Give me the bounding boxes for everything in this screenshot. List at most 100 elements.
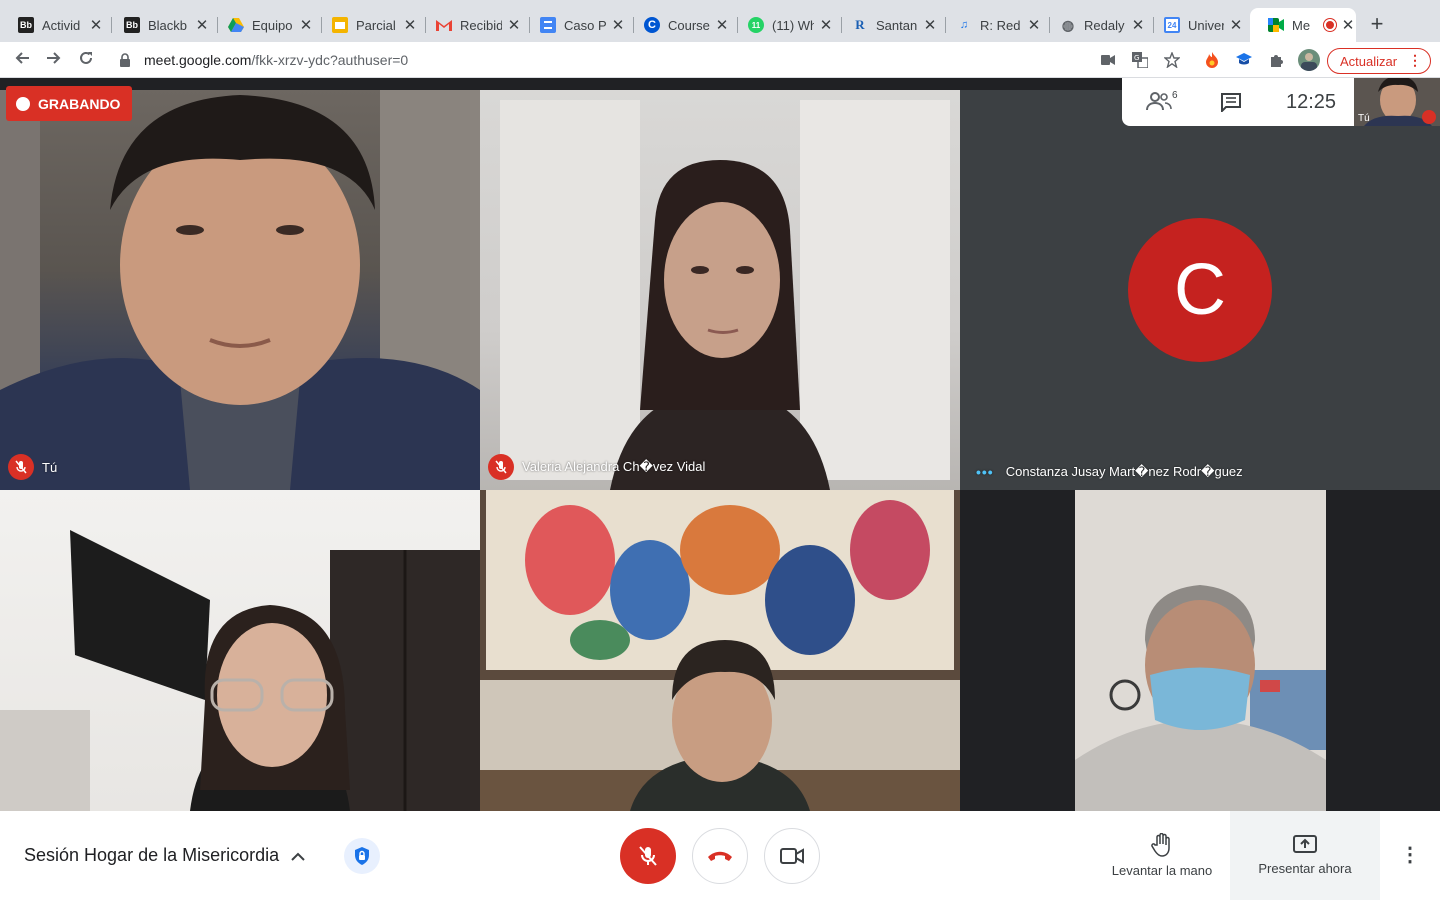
tab-whatsapp[interactable]: 11 (11) Wh ✕ [730,8,842,42]
hand-icon [1151,833,1170,857]
close-icon[interactable]: ✕ [818,16,834,34]
back-arrow-icon [15,52,29,64]
participant-tile-constanza[interactable]: C ••• Constanza Jusay Mart�nez Rodr�guez [960,90,1440,490]
participant-video [0,90,480,490]
address-bar[interactable]: meet.google.com/fkk-xrzv-ydc?authuser=0 [108,46,1198,74]
blackboard-icon: Bb [18,17,34,33]
participant-tile-valeria[interactable]: Valeria Alejandra Ch�vez Vidal [480,90,960,490]
gmail-icon [436,17,452,33]
participant-tile-4[interactable] [0,490,480,811]
raise-hand-button[interactable]: Levantar la mano [1094,811,1230,900]
participants-icon[interactable] [1146,90,1172,117]
browser-toolbar: meet.google.com/fkk-xrzv-ydc?authuser=0 … [0,42,1440,78]
tab-parcial[interactable]: Parcial ✕ [314,8,426,42]
close-icon[interactable]: ✕ [88,16,104,34]
close-icon[interactable]: ✕ [506,16,522,34]
tab-universidad[interactable]: 24 Univer ✕ [1146,8,1252,42]
close-icon[interactable]: ✕ [1130,16,1146,34]
redaly-icon: ♫ [959,19,969,31]
tab-santander[interactable]: R Santan ✕ [834,8,946,42]
forward-button[interactable] [42,48,66,72]
translate-icon[interactable]: G [1130,50,1150,70]
participant-tile-6[interactable] [1075,490,1326,811]
camera-icon [780,848,804,864]
present-screen-icon [1293,835,1317,853]
tab-meet[interactable]: Me ✕ [1250,8,1356,42]
mic-off-icon [8,454,34,480]
close-icon[interactable]: ✕ [714,16,730,34]
tab-recibidos[interactable]: Recibid ✕ [418,8,530,42]
participant-video [500,100,950,490]
meeting-info-panel: 6 12:25 [1122,78,1354,126]
host-controls-shield-icon[interactable] [344,838,380,874]
close-icon[interactable]: ✕ [1228,16,1244,34]
tab-caso[interactable]: Caso P ✕ [522,8,634,42]
mic-off-icon [488,454,514,480]
speaking-indicator-icon: ••• [976,464,994,480]
avatar: C [1128,218,1272,362]
more-options-icon[interactable]: ⋮ [1396,841,1424,869]
close-icon[interactable]: ✕ [1340,16,1356,34]
svg-text:G: G [1134,54,1139,62]
mute-toggle-button[interactable] [620,828,676,884]
participant-name-bar: Valeria Alejandra Ch�vez Vidal [488,454,705,480]
hang-up-icon [708,851,732,861]
menu-dots-icon: ⋮ [1408,52,1422,68]
chat-icon[interactable] [1220,92,1242,117]
participant-video [1075,490,1326,811]
present-now-button[interactable]: Presentar ahora [1230,811,1380,900]
coursera-icon: C [644,17,660,33]
lock-icon [120,53,130,67]
whatsapp-icon: 11 [748,17,764,33]
globe-icon: ◍ [1061,16,1075,33]
bookmark-star-icon[interactable] [1162,50,1182,70]
participant-video [480,490,960,811]
reload-icon [80,51,92,64]
tab-actividades[interactable]: Bb Activid ✕ [0,8,112,42]
meeting-title[interactable]: Sesión Hogar de la Misericordia [24,845,279,866]
recording-indicator-icon [1324,19,1337,31]
extension-cap-icon[interactable] [1234,50,1254,70]
meeting-controls-bar: Sesión Hogar de la Misericordia Levantar… [0,811,1440,900]
new-tab-button[interactable]: + [1364,12,1390,38]
close-icon[interactable]: ✕ [194,16,210,34]
calendar-icon: 24 [1164,17,1180,33]
close-icon[interactable]: ✕ [402,16,418,34]
chevron-up-icon[interactable] [290,849,306,867]
reload-button[interactable] [74,48,98,72]
r-icon: R [855,17,865,32]
tab-blackboard[interactable]: Bb Blackb ✕ [106,8,218,42]
close-icon[interactable]: ✕ [1026,16,1042,34]
google-meet-icon [1268,17,1284,33]
update-button[interactable]: Actualizar ⋮ [1327,48,1431,74]
google-drive-icon [228,17,244,33]
forward-arrow-icon [47,52,61,64]
participant-tile-self[interactable]: Tú [0,90,480,490]
url-text: meet.google.com/fkk-xrzv-ydc?authuser=0 [144,52,409,68]
participant-tile-5[interactable] [480,490,960,811]
camera-indicator-icon[interactable] [1098,50,1118,70]
close-icon[interactable]: ✕ [298,16,314,34]
extension-fire-icon[interactable] [1202,50,1222,70]
self-view-thumbnail[interactable]: Tú [1354,78,1440,126]
profile-avatar[interactable] [1298,49,1320,71]
tab-r-red[interactable]: ♫ R: Red ✕ [938,8,1050,42]
google-docs-icon [540,17,556,33]
close-icon[interactable]: ✕ [922,16,938,34]
tab-equipo[interactable]: Equipo ✕ [210,8,322,42]
back-button[interactable] [10,48,34,72]
close-icon[interactable]: ✕ [610,16,626,34]
google-slides-icon [332,17,348,33]
participant-count: 6 [1172,90,1178,101]
meeting-clock: 12:25 [1286,91,1337,113]
participant-name-bar: ••• Constanza Jusay Mart�nez Rodr�guez [976,464,1243,480]
meeting-grid: Tú Valeria Alejandra Ch�vez Vidal C ••• … [0,78,1440,811]
leave-call-button[interactable] [692,828,748,884]
tab-redalyc[interactable]: ◍ Redaly ✕ [1042,8,1154,42]
participant-video [0,530,480,811]
camera-toggle-button[interactable] [764,828,820,884]
extensions-puzzle-icon[interactable] [1266,50,1286,70]
mic-off-icon [1422,110,1436,124]
participant-name-bar: Tú [8,454,57,480]
tab-coursera[interactable]: C Course ✕ [626,8,738,42]
